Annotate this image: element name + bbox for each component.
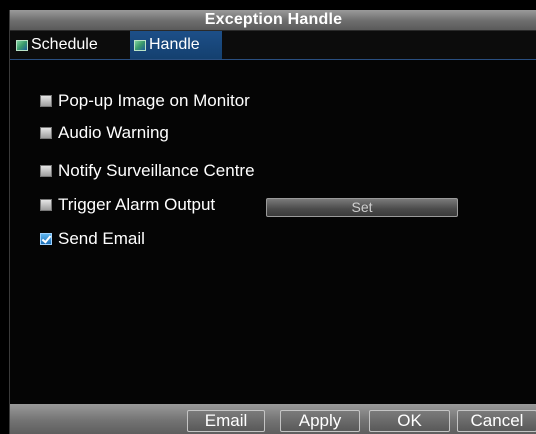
send-email-checkbox[interactable] — [40, 233, 52, 245]
set-button[interactable]: Set — [266, 198, 458, 217]
option-send-email[interactable]: Send Email — [40, 228, 145, 250]
option-audio-warning[interactable]: Audio Warning — [40, 122, 169, 144]
ok-button[interactable]: OK — [369, 410, 450, 432]
exception-handle-dialog: Exception Handle Schedule Handle Pop-up … — [9, 10, 536, 434]
schedule-tab-icon — [16, 39, 28, 51]
notify-surveillance-checkbox[interactable] — [40, 165, 52, 177]
tab-handle-label: Handle — [149, 36, 200, 53]
handle-tab-icon — [134, 39, 146, 51]
apply-button[interactable]: Apply — [280, 410, 360, 432]
tab-handle[interactable]: Handle — [130, 31, 222, 59]
send-email-label: Send Email — [58, 229, 145, 248]
audio-warning-label: Audio Warning — [58, 123, 169, 142]
option-popup-image[interactable]: Pop-up Image on Monitor — [40, 90, 250, 112]
tab-bar: Schedule Handle — [10, 31, 536, 60]
cancel-button[interactable]: Cancel — [457, 410, 536, 432]
tab-schedule[interactable]: Schedule — [12, 31, 124, 59]
trigger-alarm-label: Trigger Alarm Output — [58, 195, 216, 214]
email-button[interactable]: Email — [187, 410, 265, 432]
popup-image-checkbox[interactable] — [40, 95, 52, 107]
notify-surveillance-label: Notify Surveillance Centre — [58, 161, 255, 180]
option-notify-surveillance[interactable]: Notify Surveillance Centre — [40, 160, 255, 182]
footer-button-bar: Email Apply OK Cancel — [10, 404, 536, 434]
audio-warning-checkbox[interactable] — [40, 127, 52, 139]
option-trigger-alarm[interactable]: Trigger Alarm Output — [40, 194, 215, 216]
trigger-alarm-checkbox[interactable] — [40, 199, 52, 211]
dialog-title: Exception Handle — [204, 11, 343, 28]
popup-image-label: Pop-up Image on Monitor — [58, 91, 250, 110]
tab-schedule-label: Schedule — [31, 36, 98, 53]
title-bar: Exception Handle — [10, 10, 536, 31]
